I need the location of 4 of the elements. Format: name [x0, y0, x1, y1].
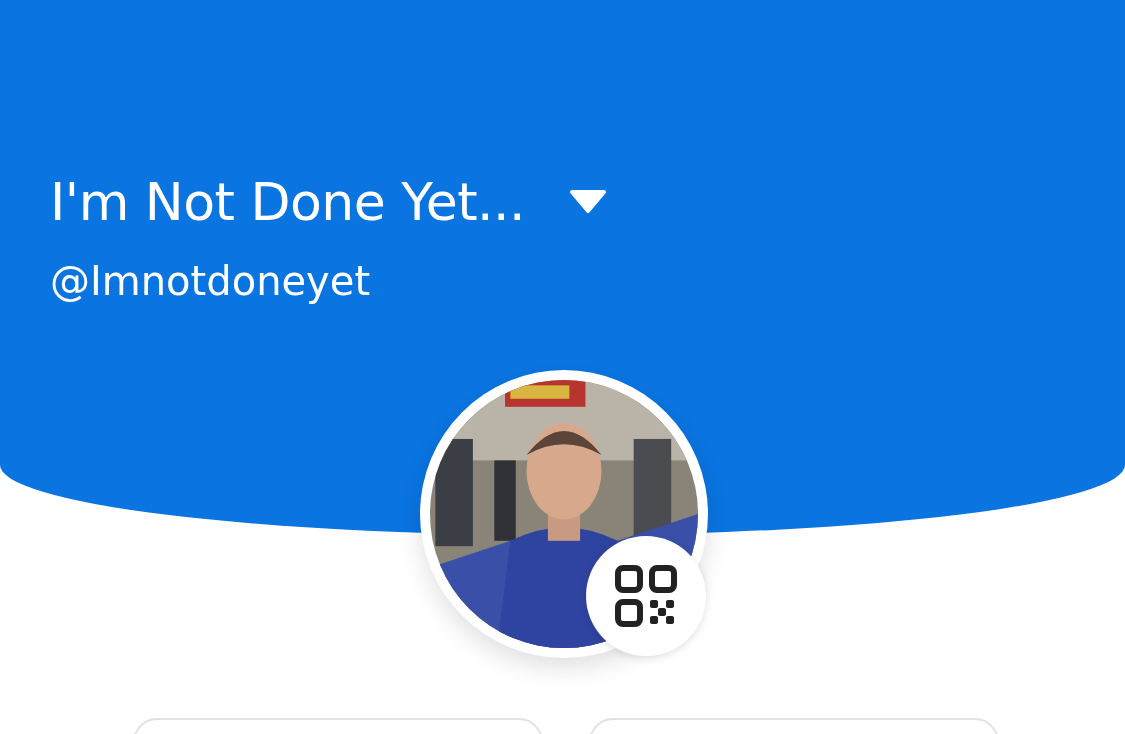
profile-title: I'm Not Done Yet... — [50, 172, 526, 232]
profile-handle: @Imnotdoneyet — [50, 258, 371, 304]
qr-code-icon — [614, 565, 677, 627]
dropdown-caret-icon[interactable] — [569, 189, 608, 215]
